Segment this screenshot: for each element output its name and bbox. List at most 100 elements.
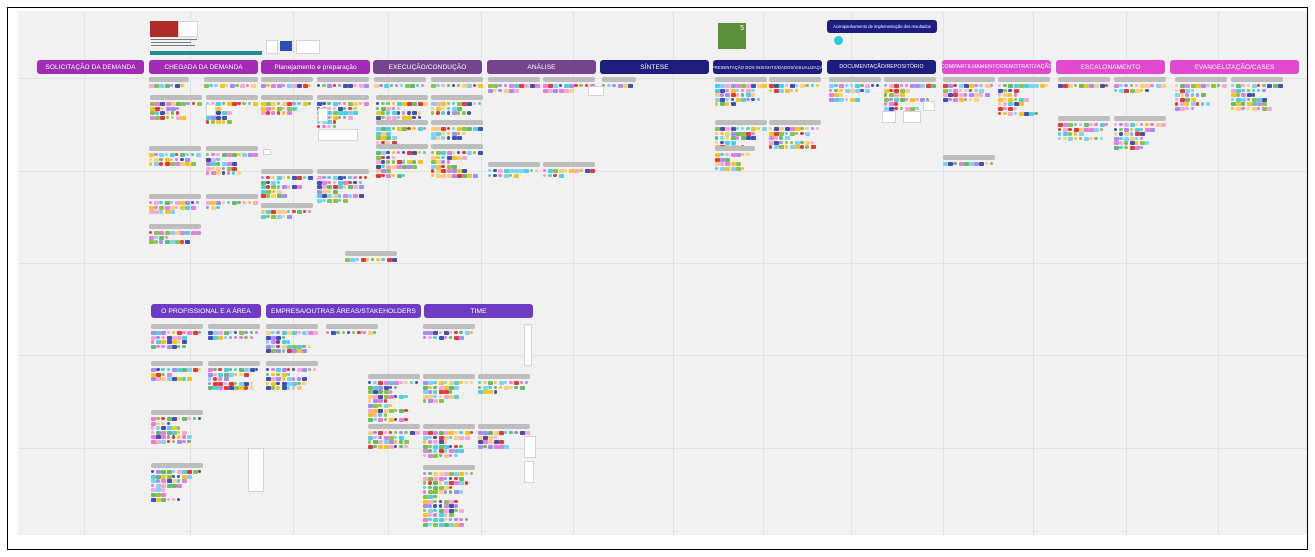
sticky-dot[interactable] (1058, 136, 1062, 141)
sticky-note[interactable] (223, 377, 229, 382)
sticky-note[interactable] (974, 97, 980, 102)
sticky-dot[interactable] (446, 131, 450, 135)
sticky-note[interactable] (730, 102, 736, 107)
cluster-label-card[interactable] (317, 77, 369, 82)
sticky-dot[interactable] (287, 185, 291, 189)
sticky-dot[interactable] (177, 497, 181, 501)
sticky-dot[interactable] (483, 444, 487, 449)
sticky-note[interactable] (730, 131, 736, 136)
sticky-note[interactable] (164, 240, 170, 245)
sticky-dot[interactable] (161, 417, 165, 421)
sticky-note[interactable] (353, 111, 359, 116)
sticky-note[interactable] (242, 153, 248, 157)
sticky-note[interactable] (488, 431, 494, 435)
sticky-note[interactable] (438, 490, 444, 495)
sticky-note[interactable] (386, 131, 392, 136)
sticky-dot[interactable] (348, 180, 352, 184)
sticky-note[interactable] (459, 481, 465, 486)
sticky-dot[interactable] (1013, 107, 1017, 111)
sticky-dot[interactable] (1003, 102, 1007, 106)
sticky-dot[interactable] (1145, 123, 1149, 127)
sticky-dot[interactable] (1124, 146, 1128, 150)
sticky-dot[interactable] (358, 176, 362, 180)
sticky-dot[interactable] (894, 102, 898, 106)
phase-header[interactable]: DOCUMENTAÇÃO/REPOSITÓRIO (827, 60, 936, 74)
sticky-note[interactable] (281, 368, 287, 372)
sticky-note[interactable] (185, 205, 191, 210)
sticky-dot[interactable] (438, 394, 442, 399)
sticky-note[interactable] (725, 162, 731, 167)
sticky-note[interactable] (327, 199, 333, 203)
sticky-dot[interactable] (348, 194, 352, 198)
sticky-dot[interactable] (327, 102, 331, 106)
sticky-dot[interactable] (1175, 102, 1179, 106)
sticky-note[interactable] (1124, 127, 1130, 132)
sticky-dot[interactable] (1140, 127, 1144, 131)
sticky-note[interactable] (223, 372, 229, 377)
sticky-dot[interactable] (177, 426, 181, 430)
sticky-note[interactable] (1124, 136, 1130, 141)
sticky-note[interactable] (383, 435, 389, 440)
sticky-dot[interactable] (438, 504, 442, 508)
cluster-label-card[interactable] (1058, 116, 1110, 121)
sticky-note[interactable] (386, 164, 392, 169)
sticky-dot[interactable] (266, 180, 270, 184)
cluster-label-card[interactable] (543, 162, 595, 167)
sticky-note[interactable] (628, 84, 633, 88)
sticky-dot[interactable] (383, 431, 387, 435)
sticky-dot[interactable] (254, 331, 259, 335)
sticky-note[interactable] (353, 185, 359, 190)
sticky-dot[interactable] (441, 160, 445, 164)
sticky-dot[interactable] (177, 340, 181, 344)
sticky-dot[interactable] (1140, 123, 1144, 127)
sticky-note[interactable] (297, 386, 303, 391)
sticky-note[interactable] (276, 368, 282, 372)
sticky-dot[interactable] (346, 331, 351, 335)
sticky-note[interactable] (899, 97, 905, 102)
sticky-dot[interactable] (170, 111, 175, 115)
sticky-note[interactable] (1155, 84, 1161, 88)
sticky-note[interactable] (1246, 102, 1252, 107)
sticky-dot[interactable] (979, 84, 983, 88)
sticky-note[interactable] (297, 176, 303, 180)
sticky-dot[interactable] (166, 368, 170, 372)
cluster-label-card[interactable] (376, 144, 428, 149)
attached-document[interactable] (524, 324, 532, 366)
sticky-note[interactable] (166, 377, 172, 382)
sticky-dot[interactable] (402, 174, 406, 178)
sticky-note[interactable] (386, 127, 392, 131)
sticky-dot[interactable] (151, 430, 155, 435)
sticky-note[interactable] (441, 151, 447, 155)
sticky-dot[interactable] (433, 513, 437, 517)
sticky-dot[interactable] (276, 340, 280, 344)
sticky-dot[interactable] (166, 497, 170, 501)
sticky-dot[interactable] (1251, 93, 1256, 97)
sticky-note[interactable] (422, 102, 428, 106)
sticky-dot[interactable] (446, 127, 450, 131)
sticky-dot[interactable] (756, 97, 760, 102)
sticky-dot[interactable] (244, 335, 248, 339)
sticky-dot[interactable] (1129, 127, 1133, 131)
sticky-note[interactable] (761, 127, 767, 131)
sticky-dot[interactable] (221, 171, 225, 175)
sticky-note[interactable] (414, 431, 420, 435)
sticky-dot[interactable] (151, 470, 155, 474)
sticky-dot[interactable] (741, 93, 745, 97)
sticky-note[interactable] (276, 106, 282, 111)
sticky-dot[interactable] (795, 131, 799, 135)
cluster-label-card[interactable] (368, 424, 420, 429)
sticky-dot[interactable] (161, 488, 165, 492)
sticky-note[interactable] (493, 440, 499, 445)
sticky-dot[interactable] (332, 84, 336, 88)
sticky-note[interactable] (1129, 141, 1135, 146)
sticky-dot[interactable] (412, 127, 416, 131)
sticky-dot[interactable] (948, 97, 952, 102)
sticky-dot[interactable] (438, 454, 442, 458)
sticky-dot[interactable] (974, 88, 978, 92)
sticky-dot[interactable] (228, 331, 233, 335)
sticky-note[interactable] (1267, 84, 1273, 88)
sticky-dot[interactable] (904, 84, 909, 88)
sticky-dot[interactable] (1140, 146, 1144, 150)
sticky-dot[interactable] (151, 483, 155, 488)
sticky-dot[interactable] (915, 97, 919, 102)
